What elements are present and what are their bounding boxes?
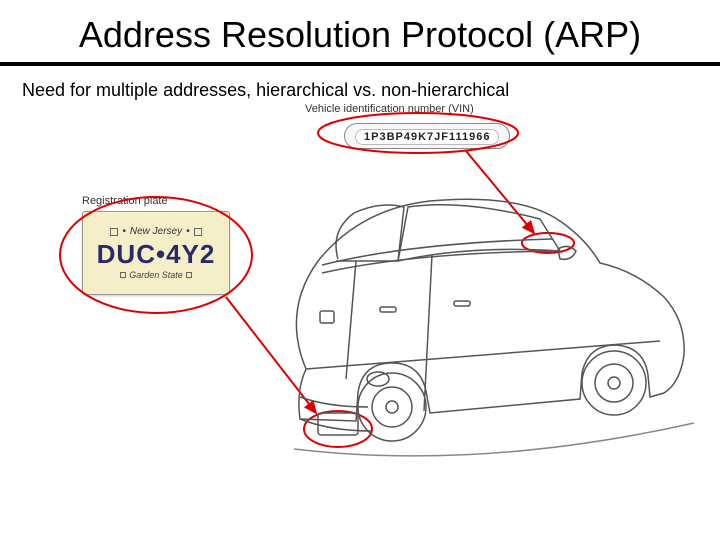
plate-dot: • <box>122 226 126 237</box>
plate-bolt-icon <box>110 228 118 236</box>
subtitle-text: Need for multiple addresses, hierarchica… <box>22 80 720 101</box>
plate-dot: • <box>186 226 190 237</box>
plate-tagline: Garden State <box>129 270 183 280</box>
plate-label: Registration plate <box>82 195 168 207</box>
plate-bolt-icon <box>186 272 192 278</box>
car-outline <box>294 199 694 456</box>
plate-bolt-icon <box>120 272 126 278</box>
plate-state-row: • New Jersey • <box>110 226 201 237</box>
vin-value: 1P3BP49K7JF111966 <box>355 129 499 145</box>
windshield-vin-ellipse <box>522 233 574 253</box>
vin-label: Vehicle identification number (VIN) <box>305 103 474 115</box>
page-title: Address Resolution Protocol (ARP) <box>0 14 720 56</box>
illustration-area: Vehicle identification number (VIN) 1P3B… <box>0 111 720 511</box>
arrow-plate <box>226 297 316 413</box>
vin-capsule: 1P3BP49K7JF111966 <box>344 123 510 149</box>
plate-state: New Jersey <box>130 226 182 237</box>
license-plate: • New Jersey • DUC•4Y2 Garden State <box>82 211 230 295</box>
arrow-vin <box>466 151 534 233</box>
front-plate-ellipse <box>304 411 372 447</box>
plate-tagline-row: Garden State <box>120 270 192 280</box>
diagram-svg <box>0 111 720 511</box>
title-divider <box>0 62 720 66</box>
plate-bolt-icon <box>194 228 202 236</box>
plate-code: DUC•4Y2 <box>97 239 216 270</box>
